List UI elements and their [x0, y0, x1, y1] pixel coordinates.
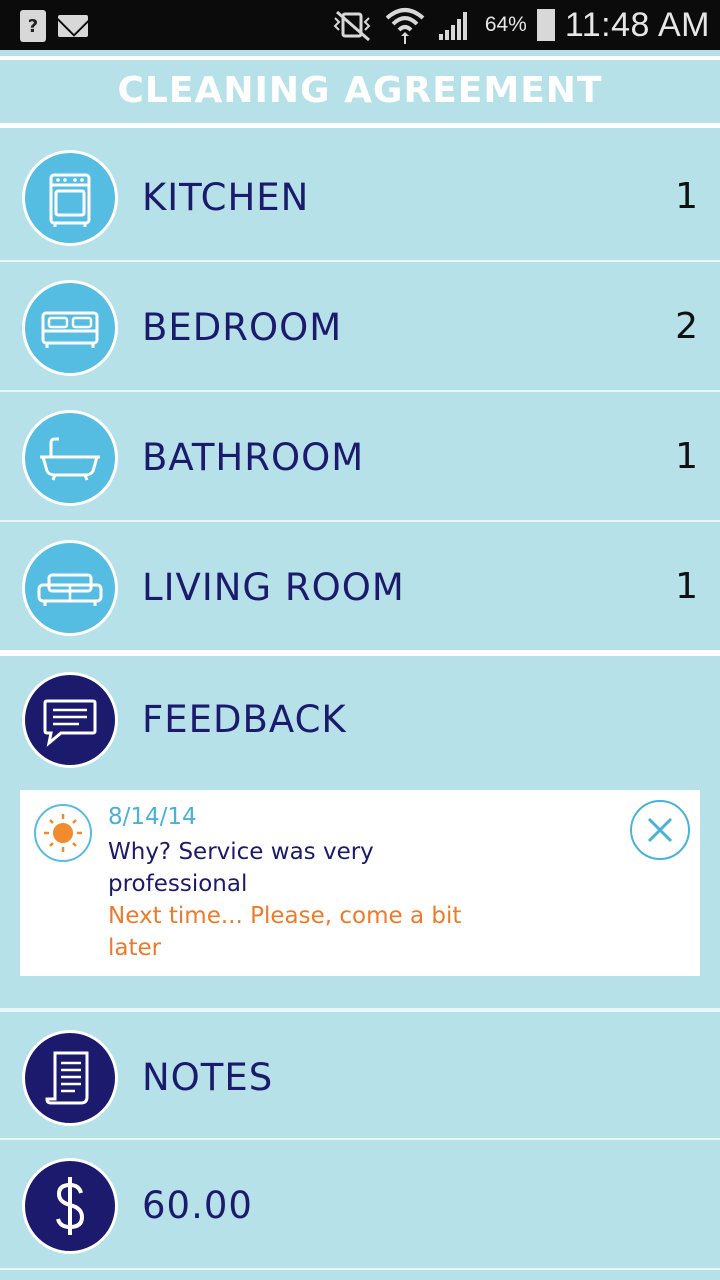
- dollar-icon: [22, 1158, 118, 1254]
- room-label: BEDROOM: [142, 306, 343, 349]
- document-icon: [22, 1030, 118, 1126]
- room-count: 1: [675, 566, 698, 607]
- feedback-why-text: Why? Service was very professional: [108, 839, 374, 897]
- battery-icon: [536, 9, 555, 41]
- vibrate-mute-icon: [333, 10, 371, 42]
- notes-row[interactable]: NOTES: [0, 1010, 720, 1140]
- sofa-icon: [22, 540, 118, 636]
- price-value: 60.00: [142, 1184, 253, 1227]
- chat-bubble-icon: [22, 672, 118, 768]
- room-row-living-room[interactable]: LIVING ROOM 1: [0, 522, 720, 652]
- notes-label: NOTES: [142, 1056, 274, 1099]
- room-label: BATHROOM: [142, 436, 365, 479]
- mail-icon: [58, 15, 88, 37]
- feedback-date: 8/14/14: [108, 804, 197, 830]
- room-row-bathroom[interactable]: BATHROOM 1: [0, 392, 720, 522]
- room-label: LIVING ROOM: [142, 566, 405, 609]
- room-count: 1: [675, 436, 698, 477]
- unknown-notification-icon: ?: [20, 10, 46, 42]
- feedback-entry[interactable]: 8/14/14 Why? Service was very profession…: [20, 790, 700, 976]
- close-icon[interactable]: [630, 800, 690, 860]
- stove-icon: [22, 150, 118, 246]
- room-row-bedroom[interactable]: BEDROOM 2: [0, 262, 720, 392]
- price-row[interactable]: 60.00: [0, 1140, 720, 1270]
- feedback-next-time-text: Next time... Please, come a bit later: [108, 903, 462, 961]
- status-notifications: ?: [20, 10, 88, 42]
- room-row-kitchen[interactable]: KITCHEN 1: [0, 132, 720, 262]
- clock: 11:48 AM: [564, 5, 710, 44]
- room-label: KITCHEN: [142, 176, 310, 219]
- status-bar: ? 64% 11:48 AM: [0, 0, 720, 50]
- sun-icon: [34, 804, 92, 862]
- signal-icon: [438, 12, 467, 40]
- room-count: 1: [675, 176, 698, 217]
- battery-percent: 64%: [484, 13, 527, 36]
- bed-icon: [22, 280, 118, 376]
- status-indicators: 64% 11:48 AM: [331, 4, 710, 46]
- bathtub-icon: [22, 410, 118, 506]
- feedback-label: FEEDBACK: [142, 698, 347, 741]
- page-title: CLEANING AGREEMENT: [117, 70, 603, 111]
- room-count: 2: [675, 306, 698, 347]
- wifi-icon: [385, 8, 425, 44]
